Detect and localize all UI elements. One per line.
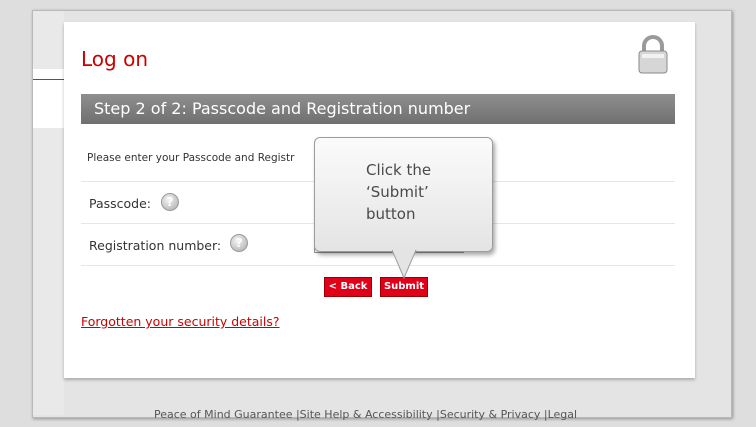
callout-pointer	[392, 250, 417, 280]
side-highlight-band	[33, 69, 64, 128]
row-divider	[81, 265, 675, 266]
instruction-text: Please enter your Passcode and Registr	[87, 152, 295, 164]
padlock-icon	[638, 35, 668, 74]
side-divider-line	[33, 79, 64, 80]
forgotten-security-details-link[interactable]: Forgotten your security details?	[81, 314, 280, 329]
page-title: Log on	[81, 47, 148, 71]
submit-button[interactable]: Submit	[380, 277, 428, 297]
passcode-label: Passcode:	[89, 196, 152, 211]
registration-help-icon[interactable]: ?	[230, 234, 248, 252]
callout-text: Click the ‘Submit’ button	[366, 161, 432, 223]
instruction-callout: Click the ‘Submit’ button	[314, 137, 493, 252]
passcode-help-icon[interactable]: ?	[161, 193, 179, 211]
back-button[interactable]: < Back	[324, 277, 372, 297]
left-side-strip	[33, 11, 64, 415]
step-header: Step 2 of 2: Passcode and Registration n…	[81, 94, 675, 124]
registration-number-label: Registration number:	[89, 238, 222, 253]
footer-links[interactable]: Peace of Mind Guarantee |Site Help & Acc…	[154, 408, 577, 421]
